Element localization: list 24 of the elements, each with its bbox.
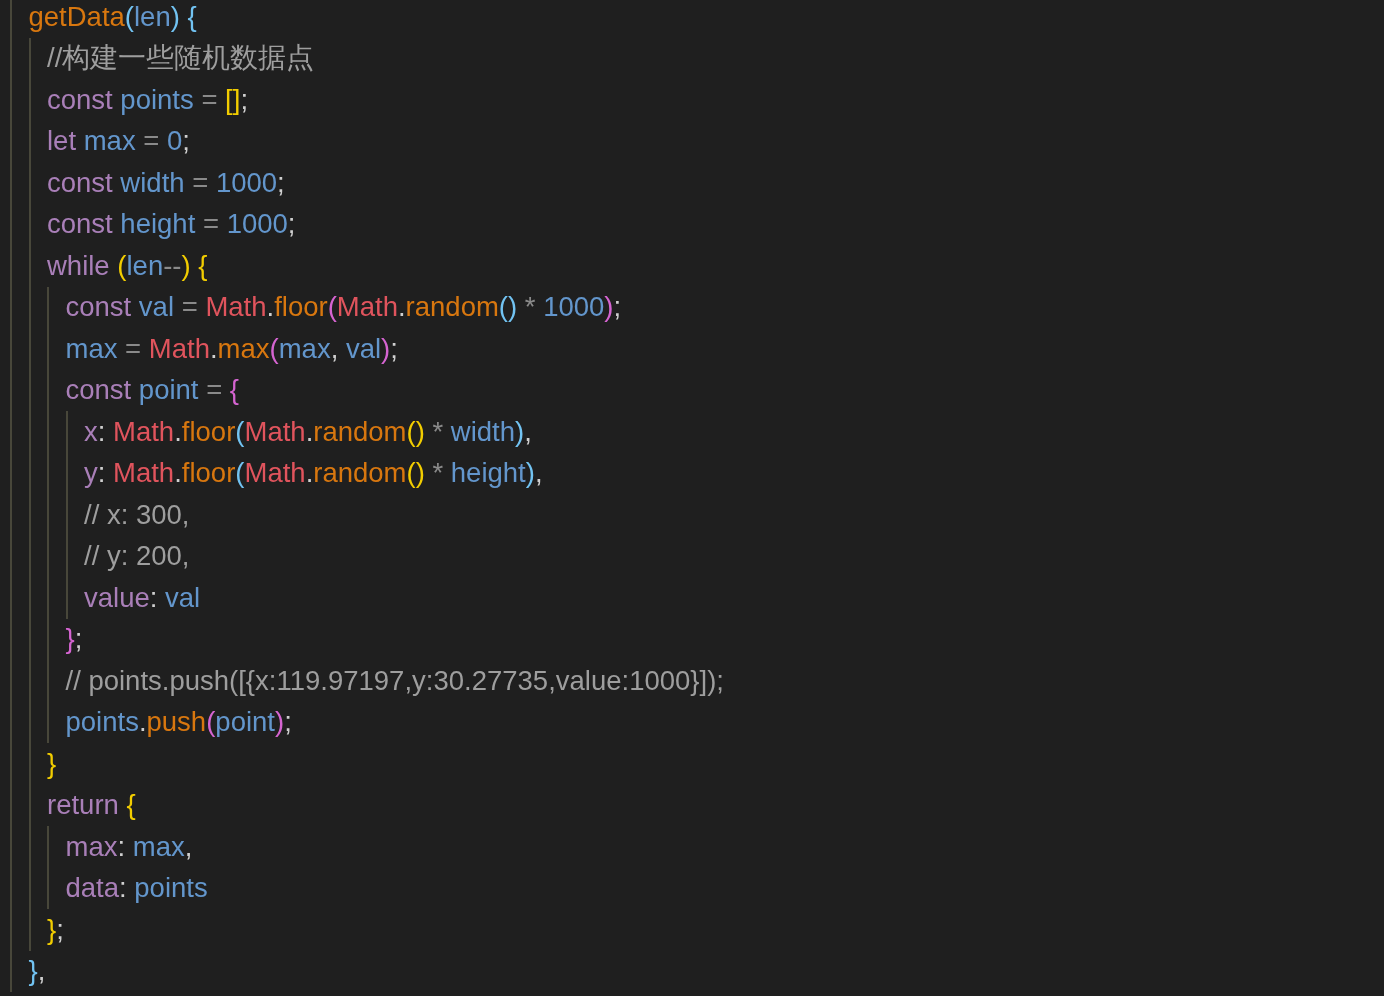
- code-line: let max = 0;: [47, 126, 190, 157]
- code-line: };: [47, 914, 64, 945]
- code-line: // points.push([{x:119.97197,y:30.27735,value:1000}]);: [65, 665, 724, 696]
- code-line: data: points: [65, 873, 208, 904]
- code-line: const points = [];: [47, 84, 249, 115]
- code-line: max = Math.max(max, val);: [65, 333, 398, 364]
- code-line: // y: 200,: [84, 541, 190, 572]
- code-line: const height = 1000;: [47, 209, 296, 240]
- code-line: value: val: [84, 582, 201, 613]
- code-line: const width = 1000;: [47, 167, 285, 198]
- code-line: y: Math.floor(Math.random() * height),: [84, 458, 543, 489]
- code-line: // x: 300,: [84, 499, 190, 530]
- code-line: getData(len) {: [28, 1, 197, 32]
- code-line: },: [28, 956, 46, 987]
- code-line: const val = Math.floor(Math.random() * 1000);: [65, 292, 622, 323]
- code-line: while (len--) {: [47, 250, 208, 281]
- code-line: }: [47, 748, 57, 779]
- code-line: x: Math.floor(Math.random() * width),: [84, 416, 532, 447]
- code-line: };: [65, 624, 83, 655]
- code-line: max: max,: [65, 831, 193, 862]
- code-line: return {: [47, 790, 136, 821]
- code-line: const point = {: [65, 375, 240, 406]
- code-line: //构建一些随机数据点: [47, 43, 315, 74]
- code-line: points.push(point);: [65, 707, 292, 738]
